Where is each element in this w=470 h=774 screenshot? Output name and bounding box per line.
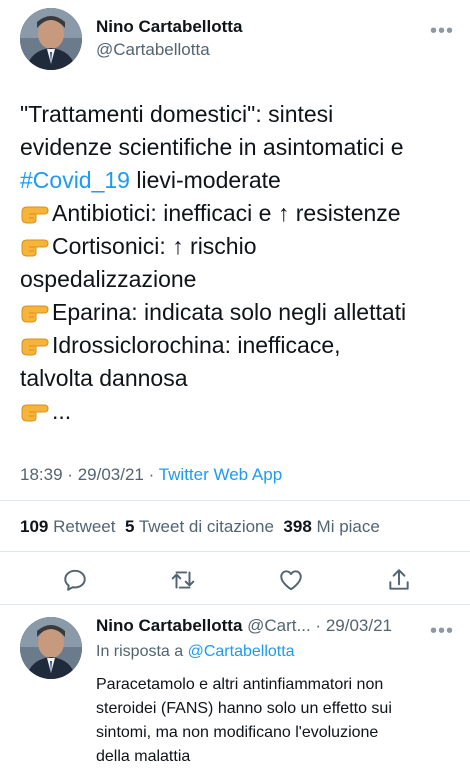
tweet-line: ...	[20, 395, 470, 428]
tweet-line-rest: lievi-moderate	[129, 167, 281, 193]
retweet-button[interactable]	[170, 567, 196, 593]
in-reply-handle-link[interactable]: @Cartabellotta	[188, 643, 295, 660]
tweet-date[interactable]: 29/03/21	[78, 465, 144, 484]
tweet-line: Antibiotici: inefficaci e ↑ resistenze	[20, 197, 470, 230]
source-app-link[interactable]: Twitter Web App	[159, 465, 282, 484]
tweet-line: Idrossiclorochina: inefficace,	[20, 329, 470, 362]
pointing-hand-icon	[21, 305, 49, 323]
meta-separator: ·	[148, 465, 155, 484]
reply-line: steroidei (FANS) hanno solo un effetto s…	[96, 700, 392, 717]
share-button[interactable]	[386, 567, 412, 593]
likes-label: Mi piace	[316, 517, 380, 536]
pointing-hand-icon	[21, 338, 49, 356]
pointing-hand-icon	[21, 404, 49, 422]
reply-icon	[64, 569, 86, 591]
tweet-line: evidenze scientifiche in asintomatici e	[20, 134, 404, 160]
tweet-line-text: Eparina: indicata solo negli allettati	[52, 299, 407, 325]
tweet-stats: 109 Retweet 5 Tweet di citazione 398 Mi …	[20, 517, 380, 537]
reply-separator: ·	[315, 616, 322, 635]
tweet-line-text: ...	[52, 398, 72, 424]
quotes-count: 5	[124, 517, 135, 536]
reply-author-avatar[interactable]	[20, 617, 82, 679]
author-handle[interactable]: @Cartabellotta	[96, 40, 210, 60]
hashtag-link[interactable]: #Covid_19	[20, 167, 130, 193]
pointing-hand-icon	[21, 239, 49, 257]
tweet-line: #Covid_19 lievi-moderate	[20, 164, 470, 197]
in-reply-prefix: In risposta a	[96, 643, 184, 660]
reply-line: sintomi, ma non modificano l'evoluzione	[96, 724, 379, 741]
like-icon	[280, 570, 302, 591]
like-button[interactable]	[278, 567, 304, 593]
tweet-line: "Trattamenti domestici": sintesi	[20, 101, 334, 127]
tweet-line-text: Antibiotici: inefficaci e ↑ resistenze	[52, 200, 401, 226]
divider	[0, 551, 470, 552]
tweet-line: Eparina: indicata solo negli allettati	[20, 296, 470, 329]
tweet-timestamp[interactable]: 18:39 · 29/03/21 · Twitter Web App	[20, 465, 282, 485]
tweet-line: Cortisonici: ↑ rischio	[20, 230, 470, 263]
reply-more-options-icon[interactable]: •••	[430, 621, 454, 641]
retweets-label: Retweet	[53, 517, 116, 536]
share-icon	[389, 569, 409, 590]
in-reply-to: In risposta a @Cartabellotta	[96, 643, 295, 661]
reply-author-name[interactable]: Nino Cartabellotta	[96, 616, 242, 635]
reply-button[interactable]	[62, 567, 88, 593]
author-avatar[interactable]	[20, 8, 82, 70]
quotes-stat[interactable]: 5 Tweet di citazione	[125, 517, 274, 536]
tweet-time[interactable]: 18:39	[20, 465, 63, 484]
retweet-icon	[171, 571, 195, 589]
retweets-stat[interactable]: 109 Retweet	[20, 517, 115, 536]
meta-separator: ·	[67, 465, 73, 484]
author-name[interactable]: Nino Cartabellotta	[96, 17, 242, 37]
retweets-count: 109	[20, 517, 49, 536]
tweet-line-text: Idrossiclorochina: inefficace,	[52, 332, 341, 358]
tweet-text: "Trattamenti domestici": sintesi evidenz…	[20, 98, 470, 428]
tweet-line-text: Cortisonici: ↑ rischio	[52, 233, 257, 259]
tweet-line: ospedalizzazione	[20, 266, 197, 292]
reply-line: Paracetamolo e altri antinfiammatori non	[96, 676, 384, 693]
tweet-line: talvolta dannosa	[20, 365, 188, 391]
pointing-hand-icon	[21, 206, 49, 224]
likes-count: 398	[283, 517, 312, 536]
reply-date[interactable]: 29/03/21	[326, 616, 392, 635]
reply-author-handle[interactable]: @Cart...	[247, 616, 311, 635]
more-options-icon[interactable]: •••	[430, 21, 454, 41]
reply-line: della malattia	[96, 748, 191, 765]
reply-text: Paracetamolo e altri antinfiammatori non…	[96, 673, 466, 769]
divider	[0, 500, 470, 501]
reply-header: Nino Cartabellotta @Cart... · 29/03/21	[96, 616, 392, 636]
likes-stat[interactable]: 398 Mi piace	[283, 517, 379, 536]
quotes-label: Tweet di citazione	[138, 517, 274, 536]
divider	[0, 604, 470, 605]
